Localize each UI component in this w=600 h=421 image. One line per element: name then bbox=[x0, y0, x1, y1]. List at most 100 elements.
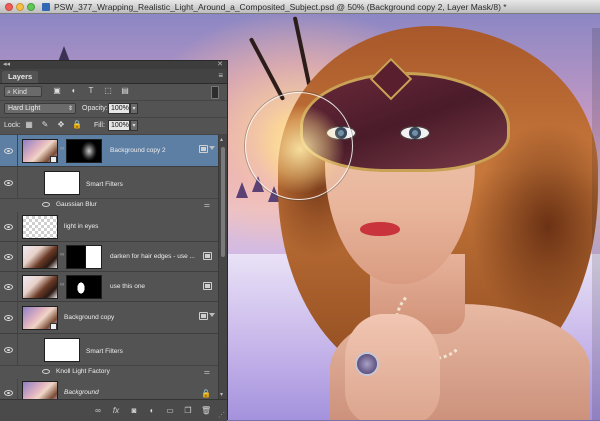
lock-label: Lock: bbox=[4, 122, 21, 129]
layers-panel: ◂◂ ✕ Layers ≡ ⌕ Kind ▣ ◐ T ⬚ ▤ Hard Ligh… bbox=[0, 60, 228, 421]
adjustment-filter-icon[interactable]: ◐ bbox=[69, 85, 79, 97]
blend-row: Hard Light ⇕ Opacity: 100% ▾ bbox=[0, 100, 227, 118]
subject-eye-right bbox=[400, 126, 430, 140]
layers-list: ∞ Background copy 2 Smart Filters Gaussi… bbox=[0, 135, 218, 399]
tab-layers[interactable]: Layers bbox=[2, 71, 39, 83]
filter-row: ⌕ Kind ▣ ◐ T ⬚ ▤ bbox=[0, 83, 227, 101]
panel-topbar[interactable]: ◂◂ ✕ bbox=[0, 61, 227, 69]
link-layers-icon[interactable]: ∞ bbox=[93, 405, 103, 416]
fill-slider-toggle[interactable]: ▾ bbox=[130, 120, 138, 131]
smart-filters-row[interactable]: Smart Filters bbox=[0, 167, 218, 199]
visibility-toggle[interactable] bbox=[0, 379, 18, 399]
type-filter-icon[interactable]: T bbox=[86, 85, 96, 97]
filter-knoll-light-factory[interactable]: Knoll Light Factory ⚌ bbox=[0, 366, 218, 378]
scroll-up-icon[interactable]: ▴ bbox=[220, 136, 223, 143]
brush-cursor bbox=[245, 92, 353, 200]
lock-icon: 🔒 bbox=[201, 389, 211, 398]
smart-filter-mask-thumbnail[interactable] bbox=[44, 171, 80, 195]
link-chain-icon[interactable]: ∞ bbox=[60, 282, 64, 288]
shape-filter-icon[interactable]: ⬚ bbox=[103, 85, 113, 97]
layer-background[interactable]: Background 🔒 bbox=[0, 379, 218, 399]
lock-row: Lock: ▦ ✎ ✥ 🔒 Fill: 100% ▾ bbox=[0, 117, 227, 135]
pixel-filter-icon[interactable]: ▣ bbox=[52, 85, 62, 97]
zoom-window-button[interactable] bbox=[27, 3, 35, 11]
visibility-toggle[interactable] bbox=[0, 135, 18, 166]
filter-gaussian-blur[interactable]: Gaussian Blur ⚌ bbox=[0, 199, 218, 211]
opacity-slider-toggle[interactable]: ▾ bbox=[130, 103, 138, 114]
layer-mask-thumbnail[interactable] bbox=[66, 245, 102, 269]
visibility-toggle[interactable] bbox=[0, 302, 18, 333]
filter-name: Gaussian Blur bbox=[56, 201, 97, 208]
feather-plume bbox=[292, 16, 312, 86]
lock-position-icon[interactable]: ✥ bbox=[56, 119, 66, 131]
smart-filters-row[interactable]: Smart Filters bbox=[0, 334, 218, 366]
lock-transparent-icon[interactable]: ▦ bbox=[24, 119, 34, 131]
visibility-toggle[interactable] bbox=[0, 242, 18, 271]
layer-thumbnail[interactable] bbox=[22, 275, 58, 299]
filter-toggle[interactable] bbox=[211, 86, 219, 99]
resize-grip-icon[interactable]: ⋰ bbox=[218, 411, 225, 419]
collapse-panel-icon[interactable]: ◂◂ bbox=[3, 60, 10, 68]
psd-document-icon bbox=[42, 3, 50, 11]
layer-mask-thumbnail[interactable] bbox=[66, 139, 102, 163]
trash-icon[interactable]: 🗑 bbox=[201, 405, 211, 416]
lock-all-icon[interactable]: 🔒 bbox=[72, 119, 82, 131]
layers-footer: ∞ fx ◙ ◐ ▭ ❐ 🗑 ⋰ bbox=[0, 399, 227, 421]
link-chain-icon[interactable]: ∞ bbox=[60, 252, 64, 258]
smart-filter-mask-thumbnail[interactable] bbox=[44, 338, 80, 362]
layer-light-in-eyes[interactable]: light in eyes bbox=[0, 212, 218, 242]
layers-scrollbar[interactable]: ▴ ▾ bbox=[218, 135, 227, 399]
filter-icons: ▣ ◐ T ⬚ ▤ bbox=[52, 85, 130, 97]
fill-input[interactable]: 100% bbox=[108, 120, 130, 131]
canvas-scrollbar[interactable] bbox=[592, 28, 600, 420]
group-icon[interactable]: ▭ bbox=[165, 405, 175, 416]
eye-icon[interactable] bbox=[42, 369, 50, 374]
opacity-input[interactable]: 100% bbox=[108, 103, 130, 114]
document-titlebar: PSW_377_Wrapping_Realistic_Light_Around_… bbox=[0, 0, 600, 14]
smart-object-badge-icon bbox=[203, 252, 212, 260]
visibility-toggle[interactable] bbox=[0, 272, 18, 301]
blend-mode-select[interactable]: Hard Light ⇕ bbox=[4, 103, 76, 114]
layer-darken-for-hair-edges[interactable]: ∞ darken for hair edges - use ... bbox=[0, 242, 218, 272]
filter-kind-select[interactable]: ⌕ Kind bbox=[4, 86, 42, 97]
add-mask-icon[interactable]: ◙ bbox=[129, 405, 139, 416]
layer-background-copy[interactable]: Background copy bbox=[0, 302, 218, 334]
blend-mode-value: Hard Light bbox=[8, 105, 41, 112]
fx-icon[interactable]: fx bbox=[111, 405, 121, 416]
smart-object-icon bbox=[50, 156, 57, 163]
gem-ring bbox=[355, 352, 379, 376]
eye-icon[interactable] bbox=[42, 202, 50, 207]
layer-name: use this one bbox=[110, 283, 146, 290]
layer-thumbnail[interactable] bbox=[22, 381, 58, 399]
layer-mask-thumbnail[interactable] bbox=[66, 275, 102, 299]
close-window-button[interactable] bbox=[5, 3, 13, 11]
minimize-window-button[interactable] bbox=[16, 3, 24, 11]
filter-options-icon[interactable]: ⚌ bbox=[204, 201, 210, 209]
chevron-down-icon: ⇕ bbox=[67, 106, 73, 112]
visibility-toggle[interactable] bbox=[0, 167, 18, 198]
expand-triangle-icon[interactable] bbox=[209, 313, 215, 317]
smart-object-filter-icon[interactable]: ▤ bbox=[120, 85, 130, 97]
eye-icon bbox=[4, 180, 13, 186]
subject-lips bbox=[360, 222, 400, 236]
visibility-toggle[interactable] bbox=[0, 334, 18, 365]
expand-triangle-icon[interactable] bbox=[209, 146, 215, 150]
scroll-thumb[interactable] bbox=[221, 147, 225, 257]
filter-options-icon[interactable]: ⚌ bbox=[204, 368, 210, 376]
lock-image-icon[interactable]: ✎ bbox=[40, 119, 50, 131]
close-panel-icon[interactable]: ✕ bbox=[217, 60, 223, 68]
adjustment-layer-icon[interactable]: ◐ bbox=[147, 405, 157, 416]
opacity-label: Opacity: bbox=[82, 105, 108, 112]
layer-background-copy-2[interactable]: ∞ Background copy 2 bbox=[0, 135, 218, 167]
visibility-toggle[interactable] bbox=[0, 212, 18, 241]
new-layer-icon[interactable]: ❐ bbox=[183, 405, 193, 416]
smart-object-icon bbox=[50, 323, 57, 330]
layer-thumbnail[interactable] bbox=[22, 245, 58, 269]
footer-icons: ∞ fx ◙ ◐ ▭ ❐ 🗑 bbox=[93, 405, 211, 416]
layer-thumbnail[interactable] bbox=[22, 215, 58, 239]
layer-use-this-one[interactable]: ∞ use this one bbox=[0, 272, 218, 302]
panel-tabbar: Layers ≡ bbox=[0, 69, 227, 84]
link-chain-icon[interactable]: ∞ bbox=[60, 146, 64, 152]
panel-menu-icon[interactable]: ≡ bbox=[218, 71, 223, 81]
scroll-down-icon[interactable]: ▾ bbox=[220, 391, 223, 398]
